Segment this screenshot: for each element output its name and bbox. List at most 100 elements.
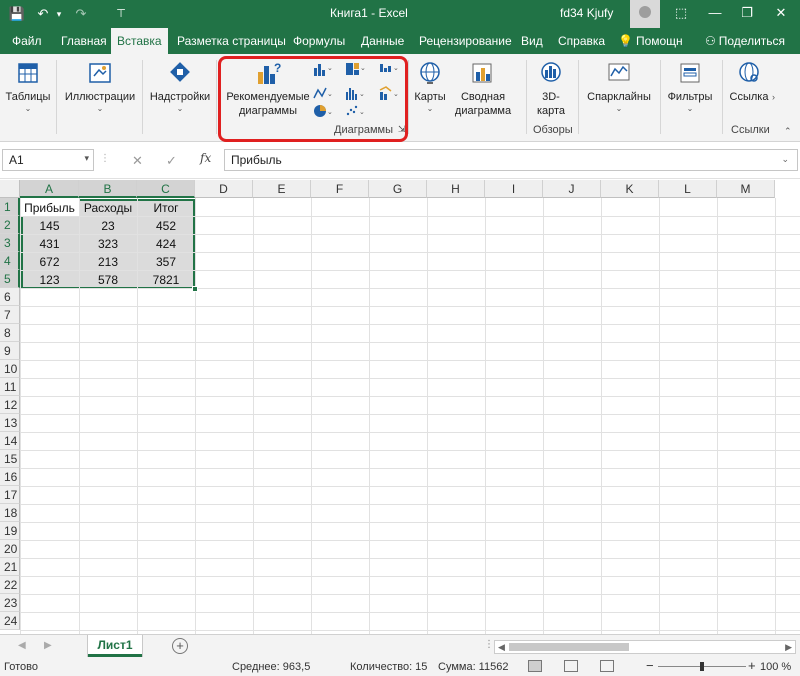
cell-b4[interactable]: 213 bbox=[79, 253, 137, 271]
column-header-d[interactable]: D bbox=[195, 180, 253, 198]
row-header-10[interactable]: 10 bbox=[0, 360, 20, 378]
row-header-8[interactable]: 8 bbox=[0, 324, 20, 342]
cell-c5[interactable]: 7821 bbox=[137, 271, 195, 289]
row-header-14[interactable]: 14 bbox=[0, 432, 20, 450]
zoom-out-button[interactable]: − bbox=[646, 658, 654, 673]
tab-page-layout[interactable]: Разметка страницы bbox=[175, 28, 288, 54]
collapse-ribbon-icon[interactable]: ⌃ bbox=[784, 126, 792, 137]
scroll-right-icon[interactable]: ▶ bbox=[785, 641, 792, 653]
expand-formula-icon[interactable]: ⌄ bbox=[781, 154, 789, 165]
pivot-chart-button[interactable]: Сводная диаграмма bbox=[450, 60, 516, 118]
row-header-18[interactable]: 18 bbox=[0, 504, 20, 522]
row-header-13[interactable]: 13 bbox=[0, 414, 20, 432]
tab-insert[interactable]: Вставка bbox=[111, 28, 168, 54]
row-header-9[interactable]: 9 bbox=[0, 342, 20, 360]
select-all-corner[interactable] bbox=[0, 180, 20, 198]
tab-help[interactable]: Справка bbox=[556, 28, 607, 54]
row-header-15[interactable]: 15 bbox=[0, 450, 20, 468]
cell-c1[interactable]: Итог bbox=[137, 199, 195, 217]
minimize-button[interactable]: — bbox=[698, 0, 732, 28]
scroll-left-icon[interactable]: ◀ bbox=[498, 641, 505, 653]
cell-a3[interactable]: 431 bbox=[20, 235, 79, 253]
row-header-12[interactable]: 12 bbox=[0, 396, 20, 414]
undo-dropdown-icon[interactable]: ▾ bbox=[54, 5, 64, 23]
horizontal-scrollbar[interactable]: ◀ ▶ bbox=[494, 640, 796, 654]
row-header-3[interactable]: 3 bbox=[0, 234, 20, 252]
close-button[interactable]: ✕ bbox=[764, 0, 798, 28]
link-button[interactable]: Ссылка bbox=[726, 60, 772, 104]
tab-review[interactable]: Рецензирование bbox=[417, 28, 514, 54]
column-header-e[interactable]: E bbox=[253, 180, 311, 198]
row-header-1[interactable]: 1 bbox=[0, 198, 20, 216]
row-header-19[interactable]: 19 bbox=[0, 522, 20, 540]
share-button[interactable]: ⚇ Поделиться bbox=[703, 28, 787, 54]
drag-handle-icon[interactable]: ⋮ bbox=[100, 153, 110, 164]
column-header-g[interactable]: G bbox=[369, 180, 427, 198]
page-layout-view-button[interactable] bbox=[564, 660, 578, 672]
maps-button[interactable]: Карты ⌄ bbox=[412, 60, 448, 114]
sparklines-button[interactable]: Спарклайны ⌄ bbox=[584, 60, 654, 114]
row-header-7[interactable]: 7 bbox=[0, 306, 20, 324]
zoom-level[interactable]: 100 % bbox=[760, 661, 791, 673]
next-sheet-icon[interactable]: ▶ bbox=[44, 640, 52, 651]
tell-me-search[interactable]: 💡 Помощн bbox=[616, 28, 685, 54]
cell-a1[interactable]: Прибыль bbox=[20, 199, 79, 217]
filters-button[interactable]: Фильтры ⌄ bbox=[664, 60, 716, 114]
row-header-23[interactable]: 23 bbox=[0, 594, 20, 612]
add-sheet-button[interactable]: + bbox=[172, 638, 188, 654]
column-header-f[interactable]: F bbox=[311, 180, 369, 198]
redo-icon[interactable]: ↷ bbox=[72, 5, 90, 23]
zoom-in-button[interactable]: + bbox=[748, 658, 756, 673]
cell-a5[interactable]: 123 bbox=[20, 271, 79, 289]
tab-file[interactable]: Файл bbox=[10, 28, 44, 54]
cell-a4[interactable]: 672 bbox=[20, 253, 79, 271]
customize-quick-access-icon[interactable]: ⊤ bbox=[112, 5, 130, 23]
addins-button[interactable]: Надстройки ⌄ bbox=[148, 60, 212, 114]
tab-formulas[interactable]: Формулы bbox=[291, 28, 347, 54]
column-header-b[interactable]: B bbox=[79, 180, 137, 198]
row-header-5[interactable]: 5 bbox=[0, 270, 20, 288]
status-count[interactable]: Количество: 15 bbox=[350, 661, 427, 673]
row-header-16[interactable]: 16 bbox=[0, 468, 20, 486]
column-header-m[interactable]: M bbox=[717, 180, 775, 198]
avatar[interactable] bbox=[630, 0, 660, 28]
cell-c2[interactable]: 452 bbox=[137, 217, 195, 235]
row-header-4[interactable]: 4 bbox=[0, 252, 20, 270]
tab-data[interactable]: Данные bbox=[359, 28, 406, 54]
sheet-tab-active[interactable]: Лист1 bbox=[88, 635, 142, 657]
cell-c4[interactable]: 357 bbox=[137, 253, 195, 271]
cell-b2[interactable]: 23 bbox=[79, 217, 137, 235]
cell-b3[interactable]: 323 bbox=[79, 235, 137, 253]
tab-split-handle[interactable]: ⋮ bbox=[484, 639, 494, 650]
column-header-j[interactable]: J bbox=[543, 180, 601, 198]
enter-icon[interactable]: ✓ bbox=[166, 153, 177, 169]
column-header-k[interactable]: K bbox=[601, 180, 659, 198]
tab-view[interactable]: Вид bbox=[519, 28, 545, 54]
row-header-24[interactable]: 24 bbox=[0, 612, 20, 630]
cell-b5[interactable]: 578 bbox=[79, 271, 137, 289]
row-header-17[interactable]: 17 bbox=[0, 486, 20, 504]
insert-function-icon[interactable]: fx bbox=[200, 151, 211, 165]
row-header-2[interactable]: 2 bbox=[0, 216, 20, 234]
ribbon-display-options-icon[interactable]: ⬚ bbox=[664, 0, 698, 28]
formula-input[interactable]: Прибыль ⌄ bbox=[224, 149, 798, 171]
column-header-c[interactable]: C bbox=[137, 180, 195, 198]
column-header-i[interactable]: I bbox=[485, 180, 543, 198]
cell-a2[interactable]: 145 bbox=[20, 217, 79, 235]
illustrations-button[interactable]: Иллюстрации ⌄ bbox=[62, 60, 138, 114]
fill-handle[interactable] bbox=[192, 286, 198, 292]
cell-b1[interactable]: Расходы bbox=[79, 199, 137, 217]
tab-home[interactable]: Главная bbox=[59, 28, 109, 54]
page-break-view-button[interactable] bbox=[600, 660, 614, 672]
worksheet-grid[interactable]: A B C D E F G H I J K L M 1 2 3 4 5 6 7 8 9 10 11 12 13 14 15 16 17 18… bbox=[0, 180, 800, 634]
save-icon[interactable]: 💾 bbox=[8, 5, 26, 23]
tables-button[interactable]: Таблицы ⌄ bbox=[4, 60, 52, 114]
row-header-21[interactable]: 21 bbox=[0, 558, 20, 576]
name-box[interactable]: A1 ▾ bbox=[2, 149, 94, 171]
user-name[interactable]: fd34 Kjufy bbox=[560, 6, 613, 20]
row-header-22[interactable]: 22 bbox=[0, 576, 20, 594]
column-header-l[interactable]: L bbox=[659, 180, 717, 198]
scroll-thumb[interactable] bbox=[509, 643, 629, 651]
cell-c3[interactable]: 424 bbox=[137, 235, 195, 253]
prev-sheet-icon[interactable]: ◀ bbox=[18, 640, 26, 651]
